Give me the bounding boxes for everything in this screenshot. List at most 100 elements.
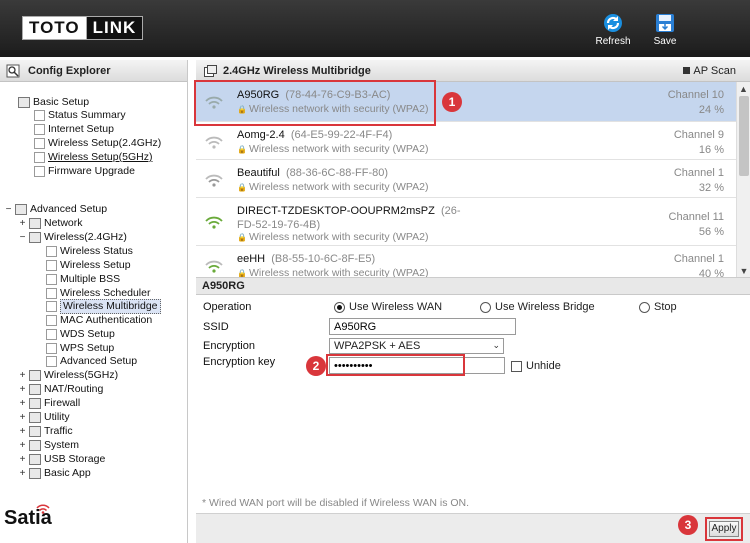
ap-list-scrollbar[interactable]: ▲ ▼ (736, 82, 750, 277)
ap-row[interactable]: Beautiful (88-36-6C-88-FF-80) 🔒 Wireless … (196, 160, 736, 198)
channel-text: Channel 1 (673, 167, 724, 179)
folder-icon (29, 426, 41, 437)
tree-wireless-24[interactable]: − Wireless(2.4GHz) (18, 231, 127, 244)
logo-right-text: LINK (85, 17, 143, 39)
scroll-thumb[interactable] (739, 96, 749, 176)
tree-label: Network (44, 217, 83, 229)
expand-icon[interactable]: + (18, 217, 27, 230)
signal-text: 32 % (698, 182, 724, 194)
wireless-page-icon (34, 152, 45, 163)
ap-security: 🔒 Wireless network with security (WPA2) (237, 231, 428, 243)
expand-icon[interactable]: + (18, 467, 27, 480)
tree-system[interactable]: + System (18, 439, 79, 452)
ap-security: 🔒 Wireless network with security (WPA2) (237, 267, 429, 278)
save-button[interactable]: Save (643, 12, 687, 47)
config-explorer-panel: Config Explorer Basic Setup Status Summa… (0, 60, 188, 543)
refresh-button[interactable]: Refresh (591, 12, 635, 47)
encryption-key-label: Encryption key (203, 356, 276, 368)
tree-label: Wireless Multibridge (60, 299, 161, 314)
page-icon (46, 274, 57, 285)
ap-row[interactable]: DIRECT-TZDESKTOP-OOUPRM2msPZ (26- FD-52-1… (196, 198, 736, 246)
wifi-medium-icon (205, 260, 223, 273)
tree-mac-authentication[interactable]: MAC Authentication (46, 314, 152, 327)
tree-multiple-bss[interactable]: Multiple BSS (46, 273, 120, 286)
page-icon (46, 301, 57, 312)
expand-icon[interactable]: + (18, 383, 27, 396)
use-wireless-bridge-radio[interactable]: Use Wireless Bridge (480, 301, 595, 313)
radio-dot (480, 301, 491, 313)
tree-firmware-upgrade[interactable]: Firmware Upgrade (34, 165, 135, 178)
encryption-label: Encryption (203, 340, 255, 352)
encryption-value: WPA2PSK + AES (334, 340, 421, 352)
ap-scan-button[interactable]: AP Scan (683, 60, 736, 82)
globe-page-icon (34, 124, 45, 135)
tree-firewall[interactable]: + Firewall (18, 397, 80, 410)
tree-internet-setup[interactable]: Internet Setup (34, 123, 114, 136)
tree-status-summary[interactable]: Status Summary (34, 109, 126, 122)
ap-channel: Channel 9 16 % (674, 128, 724, 158)
scroll-up-icon[interactable]: ▲ (737, 82, 750, 96)
tree-label: Internet Setup (48, 123, 114, 135)
tree-basic-app[interactable]: + Basic App (18, 467, 91, 480)
tree-advanced-setup[interactable]: − Advanced Setup (4, 203, 107, 216)
security-text: Wireless network with security (WPA2) (248, 267, 429, 278)
ssid-text: Beautiful (237, 167, 280, 179)
tree-label: Basic Setup (33, 96, 90, 108)
ap-channel: Channel 1 40 % (674, 252, 724, 277)
tree-basic-setup[interactable]: Basic Setup (18, 96, 89, 109)
expand-icon[interactable]: + (18, 397, 27, 410)
ap-ssid: Beautiful (88-36-6C-88-FF-80) (237, 166, 467, 180)
ssid-input[interactable] (329, 318, 516, 335)
ap-row[interactable]: eeHH (B8-55-10-6C-8F-E5) 🔒 Wireless netwo… (196, 246, 736, 278)
page-icon (46, 356, 57, 367)
channel-text: Channel 11 (668, 211, 724, 223)
config-explorer-title: Config Explorer (28, 64, 111, 77)
ssid-label: SSID (203, 321, 229, 333)
tree-wireless-5[interactable]: + Wireless(5GHz) (18, 369, 118, 382)
stop-radio[interactable]: Stop (639, 301, 677, 313)
page-icon (46, 315, 57, 326)
tree-wireless-multibridge[interactable]: Wireless Multibridge (46, 299, 161, 314)
tree-wireless-setup-24[interactable]: Wireless Setup(2.4GHz) (34, 137, 161, 150)
tree-nat-routing[interactable]: + NAT/Routing (18, 383, 103, 396)
expand-icon[interactable]: + (18, 439, 27, 452)
security-text: Wireless network with security (WPA2) (248, 231, 429, 243)
expand-icon[interactable]: + (18, 453, 27, 466)
tree-wireless-status[interactable]: Wireless Status (46, 245, 133, 258)
encryption-select[interactable]: WPA2PSK + AES ⌄ (329, 338, 504, 354)
tree-usb-storage[interactable]: + USB Storage (18, 453, 105, 466)
unhide-checkbox[interactable]: Unhide (511, 360, 561, 372)
collapse-icon[interactable]: − (4, 203, 13, 216)
folder-icon (29, 454, 41, 465)
firmware-page-icon (34, 166, 45, 177)
tree-traffic[interactable]: + Traffic (18, 425, 73, 438)
expand-icon[interactable]: + (18, 369, 27, 382)
config-explorer-header: Config Explorer (0, 60, 187, 82)
lock-icon: 🔒 (237, 145, 247, 154)
tree-wps-setup[interactable]: WPS Setup (46, 342, 114, 355)
ap-row[interactable]: Aomg-2.4 (64-E5-99-22-4F-F4) 🔒 Wireless n… (196, 122, 736, 160)
tree-label: Wireless Setup(5GHz) (48, 151, 153, 163)
scroll-down-icon[interactable]: ▼ (737, 264, 750, 277)
folder-icon (29, 218, 41, 229)
tree-label: System (44, 439, 80, 451)
expand-icon[interactable]: + (18, 411, 27, 424)
scan-icon (683, 67, 691, 74)
ap-ssid: eeHH (B8-55-10-6C-8F-E5) (237, 252, 467, 266)
checkbox-box (511, 360, 522, 372)
tree-wds-setup[interactable]: WDS Setup (46, 328, 115, 341)
collapse-icon[interactable]: − (18, 231, 27, 244)
tree-advanced-setup-24[interactable]: Advanced Setup (46, 355, 137, 368)
expand-icon[interactable]: + (18, 425, 27, 438)
page-icon (46, 288, 57, 299)
top-bar: TOTO LINK Refresh Save (0, 0, 750, 57)
ssid-text: Aomg-2.4 (237, 129, 285, 141)
tree-label: Firewall (44, 397, 81, 409)
tree-label: Multiple BSS (60, 273, 121, 285)
use-wireless-wan-radio[interactable]: Use Wireless WAN (334, 301, 442, 313)
tree-wireless-setup[interactable]: Wireless Setup (46, 259, 131, 272)
tree-utility[interactable]: + Utility (18, 411, 70, 424)
tree-network[interactable]: + Network (18, 217, 83, 230)
tree-label: NAT/Routing (44, 383, 104, 395)
tree-wireless-setup-5[interactable]: Wireless Setup(5GHz) (34, 151, 152, 164)
